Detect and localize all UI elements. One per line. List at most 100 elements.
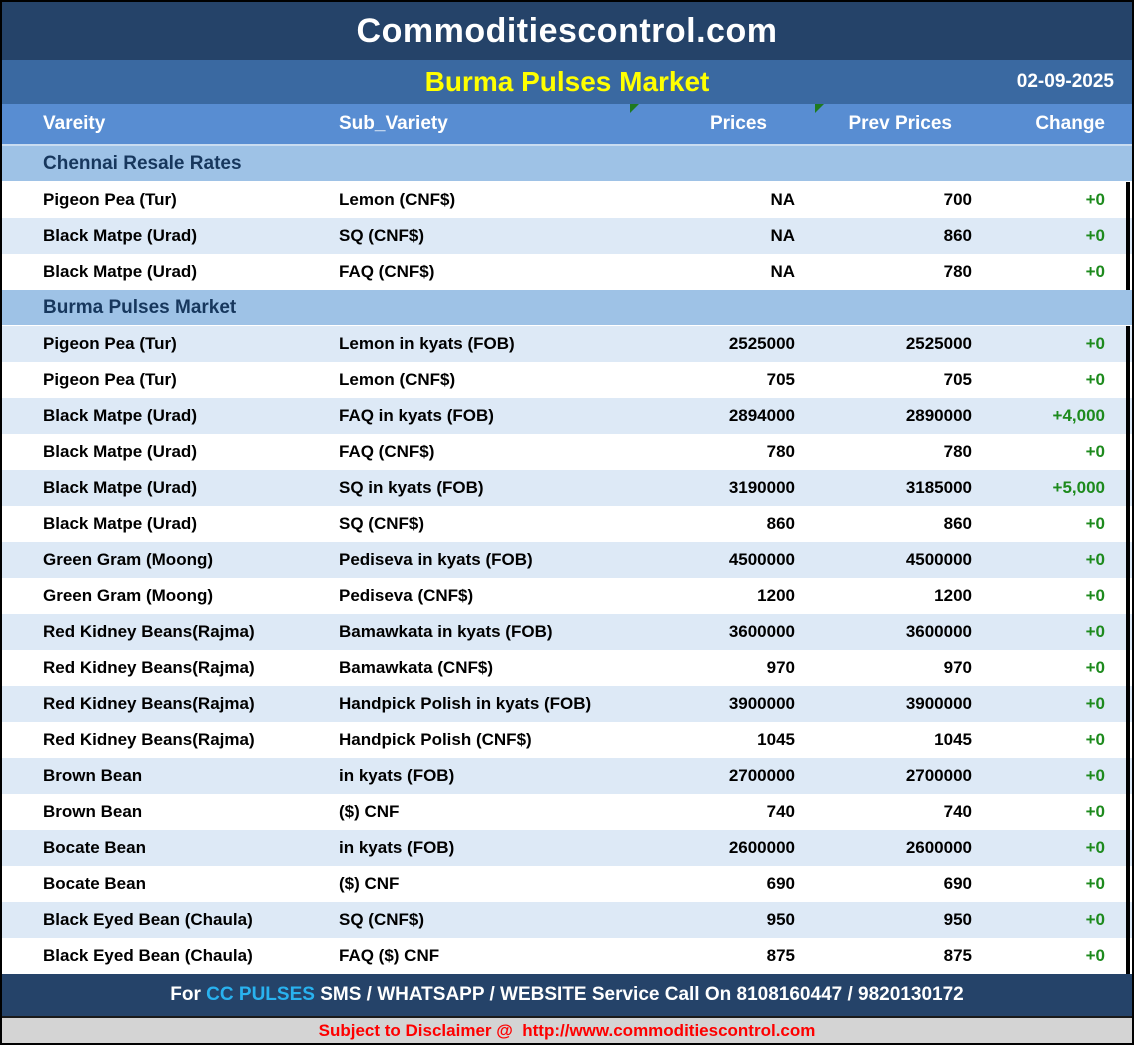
disclaimer-text: Subject to Disclaimer @ (319, 1021, 523, 1041)
service-text-prefix: For (170, 984, 206, 1006)
price-cell: 690 (639, 874, 795, 894)
price-cell: 2894000 (639, 406, 795, 426)
change-cell: +0 (972, 946, 1132, 966)
prev-price-cell: 1045 (795, 730, 972, 750)
service-info-bar: For CC PULSES SMS / WHATSAPP / WEBSITE S… (2, 974, 1132, 1018)
prev-price-cell: 2700000 (795, 766, 972, 786)
table-row: Brown Beanin kyats (FOB)27000002700000+0 (2, 758, 1132, 794)
sub-variety-cell: Handpick Polish (CNF$) (339, 730, 639, 750)
table-row: Black Matpe (Urad)FAQ in kyats (FOB)2894… (2, 398, 1132, 434)
table-row: Black Matpe (Urad)SQ (CNF$)860860+0 (2, 506, 1132, 542)
cell-note-flag-icon (630, 104, 639, 113)
sub-variety-cell: in kyats (FOB) (339, 838, 639, 858)
variety-cell: Pigeon Pea (Tur) (2, 334, 339, 354)
variety-cell: Brown Bean (2, 766, 339, 786)
price-cell: NA (639, 262, 795, 282)
prev-price-cell: 3600000 (795, 622, 972, 642)
variety-cell: Brown Bean (2, 802, 339, 822)
service-brand: CC PULSES (206, 984, 315, 1006)
change-cell: +0 (972, 334, 1132, 354)
sub-variety-cell: Lemon (CNF$) (339, 370, 639, 390)
variety-cell: Red Kidney Beans(Rajma) (2, 694, 339, 714)
sub-variety-cell: SQ (CNF$) (339, 910, 639, 930)
site-title: Commoditiescontrol.com (357, 12, 778, 51)
price-cell: NA (639, 226, 795, 246)
title-bar: Commoditiescontrol.com (2, 2, 1132, 60)
change-cell: +0 (972, 658, 1132, 678)
table-row: Pigeon Pea (Tur)Lemon (CNF$)NA700+0 (2, 182, 1132, 218)
variety-cell: Black Eyed Bean (Chaula) (2, 910, 339, 930)
disclaimer-link[interactable]: http://www.commoditiescontrol.com (522, 1021, 815, 1041)
variety-cell: Black Eyed Bean (Chaula) (2, 946, 339, 966)
sub-variety-cell: FAQ (CNF$) (339, 442, 639, 462)
prev-price-cell: 875 (795, 946, 972, 966)
burma-pulses-report: Commoditiescontrol.com Burma Pulses Mark… (0, 0, 1134, 1045)
report-date: 02-09-2025 (1017, 60, 1114, 104)
price-cell: 3900000 (639, 694, 795, 714)
table-row: Bocate Beanin kyats (FOB)26000002600000+… (2, 830, 1132, 866)
prev-price-cell: 1200 (795, 586, 972, 606)
table-row: Black Matpe (Urad)FAQ (CNF$)780780+0 (2, 434, 1132, 470)
sub-variety-cell: Bamawkata in kyats (FOB) (339, 622, 639, 642)
variety-cell: Black Matpe (Urad) (2, 262, 339, 282)
sub-variety-cell: ($) CNF (339, 874, 639, 894)
price-cell: 1045 (639, 730, 795, 750)
table-row: Black Eyed Bean (Chaula)SQ (CNF$)950950+… (2, 902, 1132, 938)
prev-price-cell: 780 (795, 442, 972, 462)
sub-variety-cell: SQ (CNF$) (339, 514, 639, 534)
change-cell: +0 (972, 226, 1132, 246)
change-cell: +5,000 (972, 478, 1132, 498)
prev-price-cell: 3185000 (795, 478, 972, 498)
table-body: Chennai Resale RatesPigeon Pea (Tur)Lemo… (2, 146, 1132, 974)
prev-price-cell: 740 (795, 802, 972, 822)
prev-price-cell: 780 (795, 262, 972, 282)
sub-variety-cell: in kyats (FOB) (339, 766, 639, 786)
column-header-prev-prices: Prev Prices (795, 113, 972, 135)
prev-price-cell: 860 (795, 226, 972, 246)
price-cell: 2600000 (639, 838, 795, 858)
change-cell: +0 (972, 910, 1132, 930)
variety-cell: Green Gram (Moong) (2, 550, 339, 570)
price-cell: 3600000 (639, 622, 795, 642)
change-cell: +0 (972, 442, 1132, 462)
variety-cell: Bocate Bean (2, 838, 339, 858)
change-cell: +0 (972, 622, 1132, 642)
section-header: Chennai Resale Rates (2, 146, 1132, 182)
sub-variety-cell: Handpick Polish in kyats (FOB) (339, 694, 639, 714)
price-cell: NA (639, 190, 795, 210)
sub-variety-cell: Lemon in kyats (FOB) (339, 334, 639, 354)
prev-price-cell: 950 (795, 910, 972, 930)
column-header-variety: Vareity (2, 113, 339, 135)
price-cell: 970 (639, 658, 795, 678)
price-cell: 780 (639, 442, 795, 462)
sub-variety-cell: FAQ (CNF$) (339, 262, 639, 282)
prev-price-cell: 2600000 (795, 838, 972, 858)
variety-cell: Black Matpe (Urad) (2, 226, 339, 246)
column-header-sub-variety: Sub_Variety (339, 113, 639, 135)
sub-variety-cell: FAQ in kyats (FOB) (339, 406, 639, 426)
table-row: Black Matpe (Urad)FAQ (CNF$)NA780+0 (2, 254, 1132, 290)
change-cell: +0 (972, 838, 1132, 858)
change-cell: +0 (972, 586, 1132, 606)
price-cell: 740 (639, 802, 795, 822)
subtitle-bar: Burma Pulses Market 02-09-2025 (2, 60, 1132, 104)
change-cell: +0 (972, 766, 1132, 786)
table-row: Black Matpe (Urad)SQ in kyats (FOB)31900… (2, 470, 1132, 506)
table-row: Pigeon Pea (Tur)Lemon in kyats (FOB)2525… (2, 326, 1132, 362)
variety-cell: Red Kidney Beans(Rajma) (2, 658, 339, 678)
price-cell: 2525000 (639, 334, 795, 354)
sub-variety-cell: Pediseva (CNF$) (339, 586, 639, 606)
table-row: Red Kidney Beans(Rajma)Handpick Polish (… (2, 722, 1132, 758)
change-cell: +0 (972, 514, 1132, 534)
price-cell: 860 (639, 514, 795, 534)
sub-variety-cell: ($) CNF (339, 802, 639, 822)
prev-price-cell: 2525000 (795, 334, 972, 354)
table-row: Green Gram (Moong)Pediseva (CNF$)1200120… (2, 578, 1132, 614)
service-text-rest: SMS / WHATSAPP / WEBSITE Service Call On… (315, 984, 964, 1006)
price-cell: 950 (639, 910, 795, 930)
variety-cell: Black Matpe (Urad) (2, 442, 339, 462)
table-row: Brown Bean($) CNF740740+0 (2, 794, 1132, 830)
change-cell: +0 (972, 262, 1132, 282)
change-cell: +0 (972, 370, 1132, 390)
sub-variety-cell: Lemon (CNF$) (339, 190, 639, 210)
